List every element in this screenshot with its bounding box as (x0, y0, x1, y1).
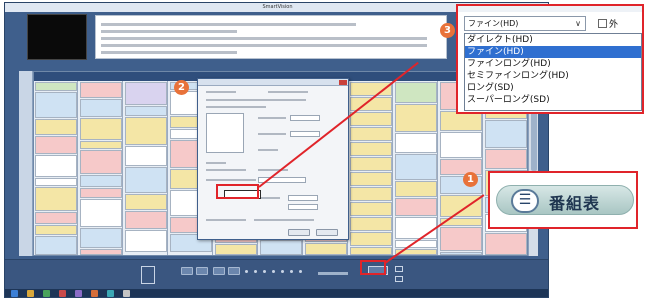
cancel-button[interactable] (316, 229, 338, 236)
program-cell[interactable] (395, 181, 437, 197)
program-cell[interactable] (350, 112, 392, 126)
program-cell[interactable] (125, 106, 167, 116)
program-cell[interactable] (395, 82, 437, 103)
highlight-guide-button (360, 260, 386, 275)
program-info-panel (95, 15, 447, 59)
volume-slider[interactable] (318, 272, 348, 275)
close-icon[interactable] (339, 80, 347, 85)
program-cell[interactable] (350, 187, 392, 201)
channel-column (349, 81, 393, 255)
program-cell[interactable] (35, 119, 77, 135)
callout-quality-dropdown: ファイン(HD) ∨ 外 ダイレクト(HD) ファイン(HD) ファインロング(… (456, 4, 644, 114)
calendar[interactable] (206, 113, 244, 153)
program-cell[interactable] (350, 142, 392, 156)
step-badge-1: 1 (463, 172, 478, 187)
program-cell[interactable] (80, 82, 122, 98)
program-cell[interactable] (395, 217, 437, 239)
program-cell[interactable] (440, 252, 482, 255)
program-cell[interactable] (485, 149, 527, 169)
step-badge-2: 2 (174, 80, 189, 95)
program-cell[interactable] (80, 188, 122, 198)
program-cell[interactable] (125, 167, 167, 193)
channel-column (124, 81, 168, 255)
program-cell[interactable] (35, 92, 77, 118)
program-cell[interactable] (35, 82, 77, 91)
program-cell[interactable] (440, 227, 482, 251)
program-cell[interactable] (125, 230, 167, 252)
external-checkbox[interactable] (598, 19, 607, 28)
callout-program-guide: ☰ 番組表 (488, 171, 638, 229)
program-cell[interactable] (80, 150, 122, 174)
program-cell[interactable] (350, 202, 392, 216)
program-cell[interactable] (80, 228, 122, 248)
program-cell[interactable] (125, 82, 167, 105)
program-cell[interactable] (35, 187, 77, 211)
program-cell[interactable] (395, 198, 437, 216)
program-cell[interactable] (395, 154, 437, 180)
program-cell[interactable] (35, 212, 77, 224)
channel-column (79, 81, 123, 255)
chevron-down-icon: ∨ (575, 19, 581, 28)
highlight-quality-select (216, 184, 259, 199)
program-cell[interactable] (485, 120, 527, 148)
program-cell[interactable] (440, 132, 482, 158)
quality-option[interactable]: ロング(SD) (465, 82, 641, 94)
quality-option[interactable]: スーパーロング(SD) (465, 94, 641, 106)
program-cell[interactable] (35, 155, 77, 177)
program-cell[interactable] (125, 194, 167, 210)
quality-options-list: ダイレクト(HD) ファイン(HD) ファインロング(HD) セミファインロング… (464, 33, 642, 111)
quality-option-selected[interactable]: ファイン(HD) (465, 46, 641, 58)
ok-button[interactable] (288, 229, 310, 236)
tutorial-figure: SmartVision 2 3 1 ☰ 番組表 ファイン(HD) ∨ 外 ダイレ… (0, 0, 645, 305)
program-cell[interactable] (395, 104, 437, 132)
program-cell[interactable] (395, 133, 437, 153)
quality-option[interactable]: セミファインロング(HD) (465, 70, 641, 82)
program-cell[interactable] (80, 141, 122, 149)
channel-column (34, 81, 78, 255)
list-icon: ☰ (511, 189, 539, 213)
program-cell[interactable] (35, 236, 77, 255)
program-cell[interactable] (80, 199, 122, 227)
program-cell[interactable] (260, 240, 302, 255)
program-cell[interactable] (125, 117, 167, 145)
quality-option[interactable]: ファインロング(HD) (465, 58, 641, 70)
external-checkbox-label: 外 (609, 20, 619, 30)
step-badge-3: 3 (440, 23, 455, 38)
program-cell[interactable] (80, 249, 122, 255)
program-cell[interactable] (350, 127, 392, 141)
quality-option[interactable]: ダイレクト(HD) (465, 34, 641, 46)
program-cell[interactable] (350, 172, 392, 186)
program-guide-button[interactable]: ☰ 番組表 (496, 185, 634, 215)
program-cell[interactable] (125, 146, 167, 166)
taskbar (5, 289, 548, 297)
quality-selected-value: ファイン(HD) (468, 19, 519, 28)
time-column (19, 71, 33, 256)
program-cell[interactable] (80, 118, 122, 140)
program-guide-label: 番組表 (549, 194, 601, 213)
program-cell[interactable] (80, 175, 122, 187)
program-cell[interactable] (80, 99, 122, 117)
quality-combobox[interactable]: ファイン(HD) ∨ (464, 16, 586, 31)
program-cell[interactable] (350, 232, 392, 246)
program-cell[interactable] (350, 247, 392, 255)
program-cell[interactable] (215, 244, 257, 255)
program-cell[interactable] (440, 159, 482, 175)
program-cell[interactable] (35, 225, 77, 235)
program-cell[interactable] (350, 157, 392, 171)
playback-bar (5, 259, 548, 289)
program-cell[interactable] (35, 178, 77, 186)
program-cell[interactable] (305, 243, 347, 255)
program-cell[interactable] (440, 111, 482, 131)
tv-preview (27, 14, 87, 60)
recording-settings-dialog (197, 78, 349, 240)
program-cell[interactable] (485, 233, 527, 255)
program-cell[interactable] (125, 211, 167, 229)
program-cell[interactable] (350, 217, 392, 231)
program-cell[interactable] (35, 136, 77, 154)
